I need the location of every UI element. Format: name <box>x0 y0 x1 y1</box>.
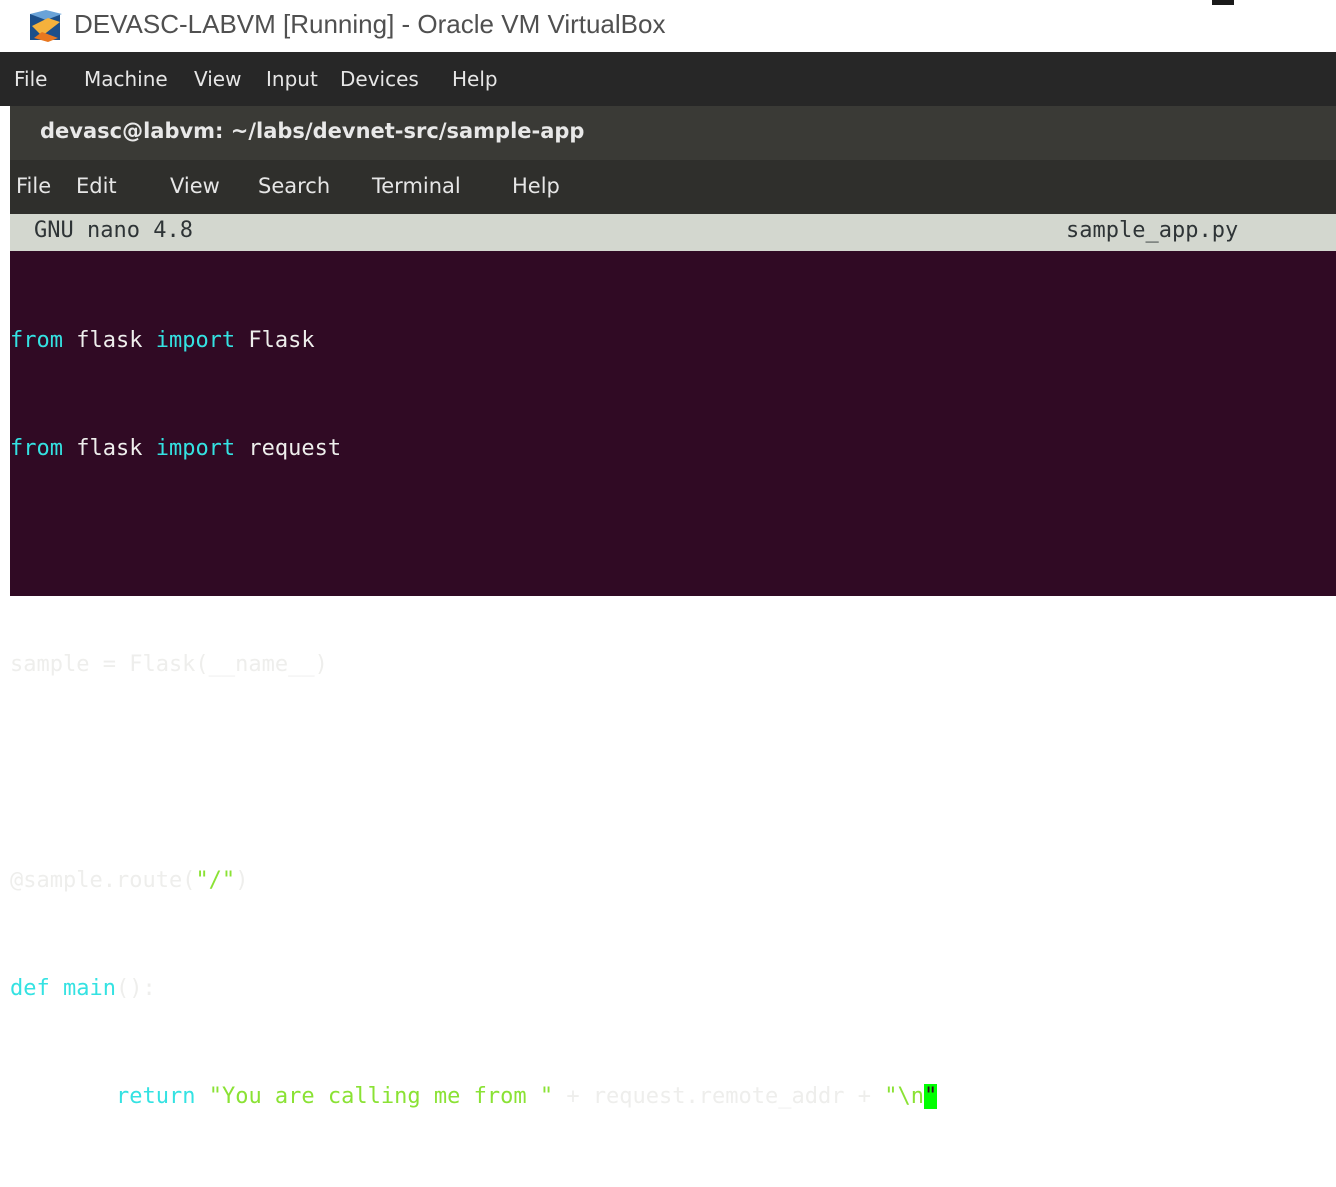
code-line-7: def main(): <box>10 971 937 1007</box>
terminal-menubar: File Edit View Search Terminal Help <box>10 160 1336 214</box>
terminal-menu-search[interactable]: Search <box>258 174 330 198</box>
terminal-menu-terminal[interactable]: Terminal <box>372 174 461 198</box>
nano-version: GNU nano 4.8 <box>34 218 193 243</box>
vbox-menu-devices[interactable]: Devices <box>340 67 419 91</box>
nano-filename: sample_app.py <box>1066 218 1239 243</box>
code-text: (): <box>115 976 156 1001</box>
code-keyword: from <box>10 328 63 353</box>
code-text: flask <box>62 328 156 353</box>
vbox-menu-file[interactable]: File <box>14 67 47 91</box>
nano-editor[interactable]: from flask import Flask from flask impor… <box>10 251 938 1187</box>
window-title: DEVASC-LABVM [Running] - Oracle VM Virtu… <box>74 9 666 39</box>
code-keyword: from <box>10 436 63 461</box>
vbox-menubar: File Machine View Input Devices Help <box>0 52 1336 106</box>
code-keyword: import <box>155 328 236 353</box>
terminal-titlebar: devasc@labvm: ~/labs/devnet-src/sample-a… <box>10 106 1336 160</box>
vbox-menu-machine[interactable]: Machine <box>84 67 168 91</box>
code-text: + request.remote_addr + <box>553 1084 885 1109</box>
vbox-menu-input[interactable]: Input <box>266 67 318 91</box>
terminal-menu-edit[interactable]: Edit <box>76 174 117 198</box>
code-keyword: return <box>115 1084 196 1109</box>
terminal-title: devasc@labvm: ~/labs/devnet-src/sample-a… <box>40 119 585 143</box>
vbox-menu-view[interactable]: View <box>194 67 241 91</box>
code-line-4: sample = Flask(__name__) <box>10 647 937 683</box>
code-text: Flask <box>235 328 315 353</box>
text-cursor: " <box>923 1084 938 1109</box>
vbox-titlebar: DEVASC-LABVM [Running] - Oracle VM Virtu… <box>0 0 1336 52</box>
code-string: "/" <box>195 868 236 893</box>
code-text: sample = Flask(__name__) <box>10 652 328 677</box>
code-text: flask <box>62 436 156 461</box>
code-line-6: @sample.route("/") <box>10 863 937 899</box>
code-text: ) <box>235 868 249 893</box>
code-line-2: from flask import request <box>10 431 937 467</box>
vbox-menu-help[interactable]: Help <box>452 67 498 91</box>
terminal-menu-help[interactable]: Help <box>512 174 560 198</box>
code-text: @sample.route( <box>10 868 196 893</box>
virtualbox-logo-icon <box>30 10 62 42</box>
terminal-body[interactable]: GNU nano 4.8 sample_app.py from flask im… <box>10 214 1336 1109</box>
code-text: request <box>235 436 342 461</box>
nano-header: GNU nano 4.8 sample_app.py <box>10 214 1336 251</box>
terminal-window: devasc@labvm: ~/labs/devnet-src/sample-a… <box>10 106 1336 1109</box>
code-keyword: def <box>10 976 50 1001</box>
code-string: "You are calling me from " <box>208 1084 554 1109</box>
vm-display: devasc@labvm: ~/labs/devnet-src/sample-a… <box>0 106 1336 1109</box>
code-line-1: from flask import Flask <box>10 323 937 359</box>
terminal-menu-view[interactable]: View <box>170 174 220 198</box>
code-string: "\n <box>884 1084 924 1109</box>
window-edge-bar <box>1212 0 1234 5</box>
terminal-menu-file[interactable]: File <box>16 174 51 198</box>
code-line-8: return "You are calling me from " + requ… <box>10 1079 938 1115</box>
code-function-name: main <box>63 976 116 1001</box>
code-keyword: import <box>155 436 236 461</box>
